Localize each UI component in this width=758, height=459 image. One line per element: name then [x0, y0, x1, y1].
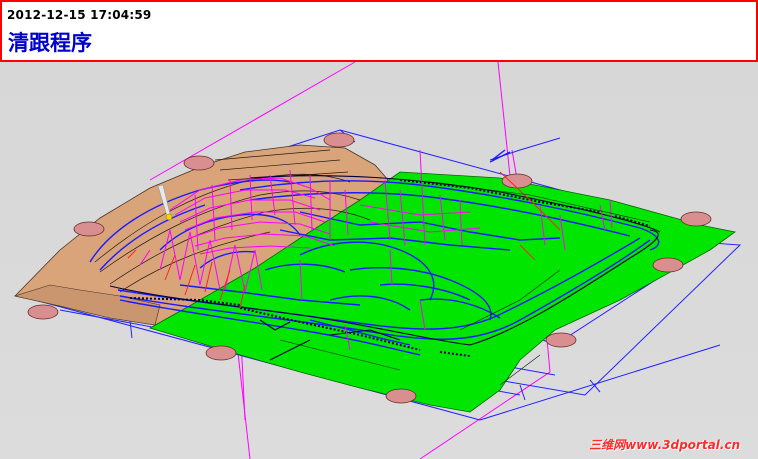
- program-name: 清跟程序: [8, 30, 92, 55]
- cam-viewport[interactable]: 2012-12-15 17:04:59 清跟程序 三维网www.3dportal…: [0, 0, 758, 459]
- timestamp: 2012-12-15 17:04:59: [7, 8, 152, 22]
- watermark: 三维网www.3dportal.cn: [589, 438, 740, 452]
- toolpath-scene[interactable]: [0, 0, 758, 459]
- operation-header: 2012-12-15 17:04:59 清跟程序: [0, 0, 758, 62]
